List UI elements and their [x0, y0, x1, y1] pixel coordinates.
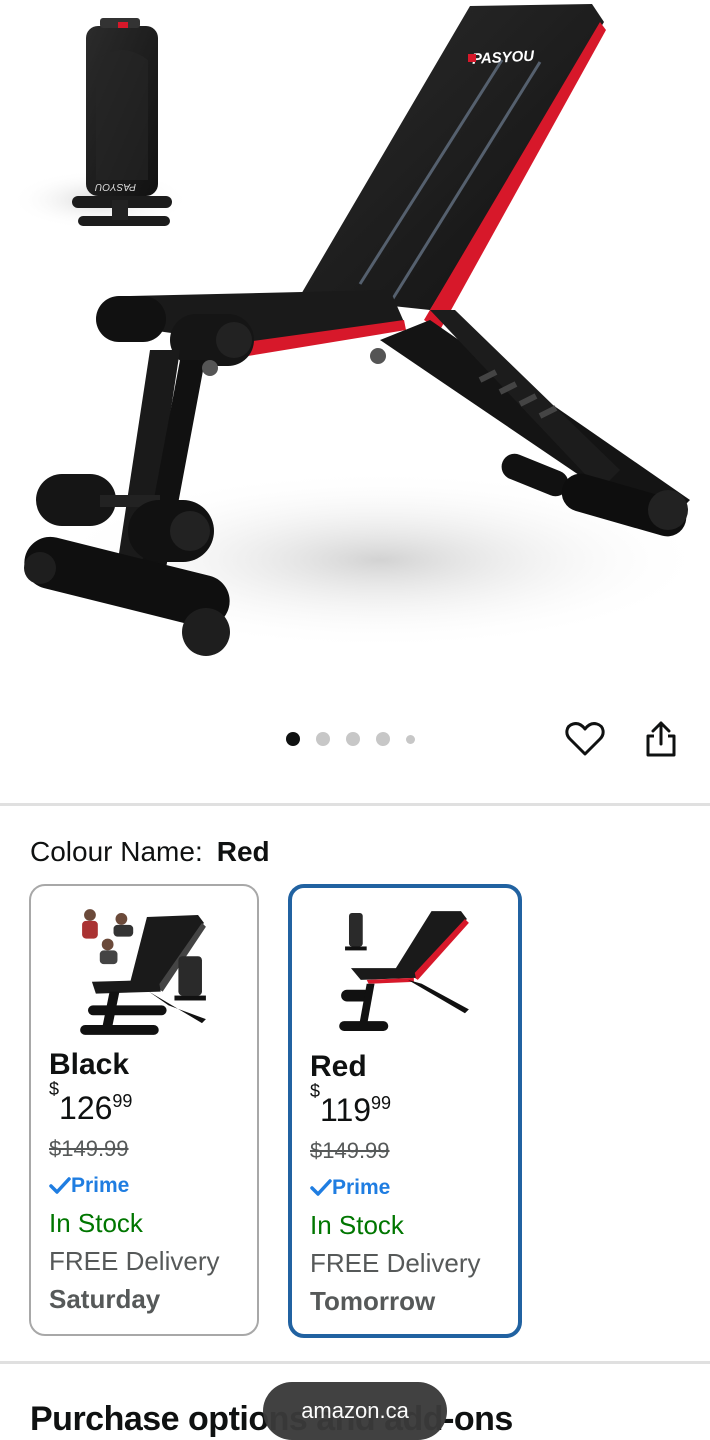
brand-logo: PASYOU — [472, 48, 536, 68]
delivery-day: Tomorrow — [310, 1286, 436, 1316]
share-button[interactable] — [638, 716, 684, 762]
share-icon — [646, 721, 676, 757]
variant-name: Black — [49, 1048, 130, 1081]
variant-option-red[interactable]: Red $11999 $149.99 Prime In Stock FREE D… — [288, 884, 522, 1338]
section-divider — [0, 803, 710, 806]
prime-badge: Prime — [310, 1176, 390, 1200]
prime-badge: Prime — [49, 1174, 129, 1198]
price-cents: 99 — [371, 1093, 392, 1113]
carousel-dot-1[interactable] — [286, 732, 300, 746]
inset-brand-text: PASYOU — [94, 181, 136, 192]
carousel-dot-4[interactable] — [376, 732, 390, 746]
prime-label: Prime — [332, 1176, 391, 1199]
domain-text: amazon.ca — [301, 1398, 409, 1423]
price-currency: $ — [310, 1081, 321, 1102]
price-whole: 126 — [59, 1090, 113, 1126]
selected-colour-name: Red — [216, 836, 270, 867]
bench-product-image: PASYOU PASYOU — [10, 4, 710, 656]
colour-selector-label: Colour Name: Red — [30, 836, 270, 868]
carousel-dot-2[interactable] — [316, 732, 330, 746]
add-to-wishlist-button[interactable] — [562, 716, 608, 762]
delivery-text: FREE Delivery — [310, 1248, 481, 1278]
variant-thumbnail-red — [339, 911, 469, 1031]
variant-name: Red — [310, 1050, 367, 1083]
section-divider — [0, 1361, 710, 1364]
variant-option-black[interactable]: Black $12699 $149.99 Prime In Stock FREE… — [29, 884, 259, 1336]
heart-outline-icon — [565, 722, 605, 756]
carousel-dot-3[interactable] — [346, 732, 360, 746]
list-price-strikethrough: $149.99 — [310, 1138, 390, 1163]
product-image-gallery[interactable]: PASYOU PASYOU — [0, 0, 710, 700]
image-carousel-indicator[interactable] — [286, 730, 415, 748]
delivery-day: Saturday — [49, 1284, 161, 1314]
stock-status: In Stock — [310, 1210, 404, 1240]
browser-domain-pill[interactable]: amazon.ca — [263, 1382, 447, 1440]
variant-thumbnail-black — [80, 909, 206, 1035]
variant-price: $12699 — [49, 1079, 133, 1127]
carousel-dot-5[interactable] — [406, 734, 415, 744]
checkmark-icon — [49, 1177, 71, 1194]
stock-status: In Stock — [49, 1208, 143, 1238]
list-price-strikethrough: $149.99 — [49, 1136, 129, 1161]
price-currency: $ — [49, 1079, 60, 1100]
delivery-text: FREE Delivery — [49, 1246, 220, 1276]
price-cents: 99 — [112, 1091, 133, 1111]
variant-price: $11999 — [310, 1081, 392, 1129]
checkmark-icon — [310, 1179, 332, 1196]
prime-label: Prime — [71, 1174, 130, 1197]
colour-label-text: Colour Name: — [30, 836, 203, 867]
price-whole: 119 — [320, 1092, 372, 1128]
